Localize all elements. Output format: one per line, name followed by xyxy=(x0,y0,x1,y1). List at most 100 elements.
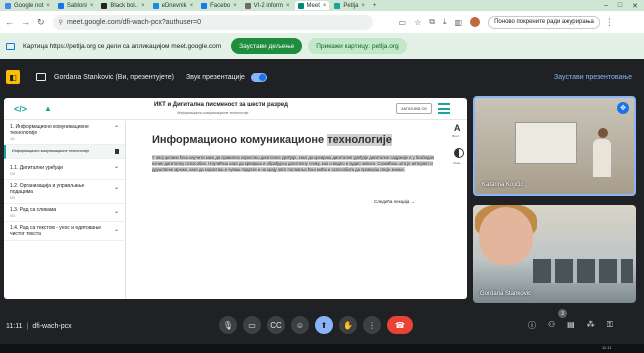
end-call-button[interactable]: ☎ xyxy=(387,316,413,334)
browser-tab[interactable]: eDnevnik × xyxy=(150,1,197,10)
browser-tab[interactable]: Black bol.. × xyxy=(98,1,147,10)
participant-count-badge: 3 xyxy=(558,309,567,318)
close-window-icon[interactable]: ✕ xyxy=(632,2,638,10)
toc-item[interactable]: 1.4. Рад са текстом - унос и едитовање ч… xyxy=(4,222,125,241)
chevron-down-icon[interactable]: ⌄ xyxy=(114,226,119,233)
tab-favicon-icon xyxy=(244,2,251,9)
chevron-down-icon[interactable]: ⌄ xyxy=(114,163,119,170)
font-size-icon[interactable]: A xyxy=(454,123,461,133)
url-field[interactable]: ⚲ meet.google.com/dfi-wach-pcx?authuser=… xyxy=(52,14,373,30)
sharing-message: Картица https://petlja.org се дели са ап… xyxy=(23,42,222,50)
download-icon[interactable]: ⤓ xyxy=(443,17,447,27)
site-info-icon[interactable]: ⚲ xyxy=(59,19,63,26)
participant-tile[interactable]: ✥ Katarina Kojičić xyxy=(473,96,636,196)
close-tab-icon[interactable]: × xyxy=(46,3,50,9)
login-button[interactable]: ЗАПОЧНИ СЕ xyxy=(396,103,433,114)
browser-tab-active[interactable]: Meet × xyxy=(294,1,330,10)
browser-tab[interactable]: Sabloni × xyxy=(55,1,97,10)
people-icon[interactable]: ⚇ xyxy=(548,320,555,331)
chevron-down-icon[interactable]: ⌄ xyxy=(114,208,119,215)
stop-presenting-button[interactable]: Заустави презентовање xyxy=(554,74,632,81)
participant-tile[interactable]: Gordana Stankovic xyxy=(473,205,636,303)
classroom-monitors xyxy=(533,259,633,283)
hamburger-menu-icon[interactable] xyxy=(438,103,450,114)
browser-tab[interactable]: Facebo × xyxy=(198,1,240,10)
browser-tab-strip: Google not × Sabloni × Black bol.. × eDnevn… xyxy=(0,0,644,11)
raise-hand-button[interactable]: ✋ xyxy=(339,316,357,334)
profile-avatar[interactable] xyxy=(470,17,481,27)
stop-sharing-button[interactable]: Заустави дељење xyxy=(231,38,303,54)
plus-icon: + xyxy=(372,2,377,9)
table-of-contents: 1. Информационо комуникационе технологиј… xyxy=(4,121,126,299)
present-screen-button[interactable]: ⬆ xyxy=(315,316,333,334)
toc-item[interactable]: 1. Информационо комуникационе технологиј… xyxy=(4,121,125,145)
sidebar-icon[interactable]: ▥ xyxy=(455,18,463,27)
browser-tab[interactable]: VI-2 inform × xyxy=(242,1,293,10)
activity-icon[interactable]: ◧ xyxy=(6,70,20,84)
chevron-up-icon[interactable]: ⌃ xyxy=(114,125,119,132)
toc-item[interactable]: 1.3. Рад са сликама 0/3 ⌄ xyxy=(4,204,125,222)
microphone-button[interactable]: 🎙 xyxy=(219,316,237,334)
lesson-title: Информационо комуникационе технологије xyxy=(152,134,392,146)
call-controls: 🎙 ▭ CC ☺ ⬆ ✋ ⋮ ☎ xyxy=(219,316,413,334)
browser-tab[interactable]: Google not × xyxy=(2,1,53,10)
new-tab-button[interactable]: + xyxy=(370,1,380,10)
close-tab-icon[interactable]: × xyxy=(141,3,145,9)
screen-share-icon xyxy=(6,42,15,50)
address-bar-row: ← → ↻ ⚲ meet.google.com/dfi-wach-pcx?aut… xyxy=(0,11,644,33)
chat-icon[interactable]: ▤ xyxy=(567,320,575,331)
toc-item-progress: 0/3 xyxy=(10,172,15,176)
os-taskbar: 11:11 xyxy=(0,344,644,353)
chevron-down-icon[interactable]: ⌄ xyxy=(114,184,119,191)
toc-item-title: 1.3. Рад са сликама xyxy=(10,207,57,213)
taskbar-clock: 11:11 xyxy=(602,345,612,350)
close-tab-icon[interactable]: × xyxy=(190,3,194,9)
course-title: ИКТ и Дигитална писменост за шести разре… xyxy=(154,102,288,108)
navigation-buttons: ← → ↻ xyxy=(0,17,45,28)
close-tab-icon[interactable]: × xyxy=(233,3,237,9)
close-tab-icon[interactable]: × xyxy=(361,3,365,9)
toc-item[interactable]: 1.1. Дигитални уређаји 0/3 ⌄ xyxy=(4,159,125,180)
browser-menu-icon[interactable]: ⋮ xyxy=(605,17,614,28)
toc-current-lesson[interactable]: Информационо комуникационе технологије xyxy=(4,145,125,159)
host-controls-icon[interactable]: ⚿ xyxy=(607,320,613,331)
presentation-audio-toggle[interactable] xyxy=(250,72,267,82)
tab-favicon-icon xyxy=(101,2,108,9)
more-options-button[interactable]: ⋮ xyxy=(363,316,381,334)
presentation-audio-label: Звук презентације xyxy=(185,73,245,81)
update-button[interactable]: Поново покрените ради ажурирања xyxy=(488,15,600,29)
tab-favicon-icon xyxy=(201,2,208,9)
extensions-icon[interactable]: ⧉ xyxy=(429,17,435,27)
participant-name: Katarina Kojičić xyxy=(482,182,524,188)
close-tab-icon[interactable]: × xyxy=(323,3,327,9)
info-icon[interactable]: ⓘ xyxy=(528,320,536,331)
show-tab-button[interactable]: Прикажи картицу: petlja.org xyxy=(308,38,407,54)
activities-icon[interactable]: ⁂ xyxy=(587,320,595,331)
minimize-icon[interactable]: – xyxy=(604,2,608,10)
camera-button[interactable]: ▭ xyxy=(243,316,261,334)
petlja-logo-icon[interactable]: </> xyxy=(14,104,27,114)
bookmark-star-icon[interactable]: ☆ xyxy=(414,18,421,27)
cast-icon[interactable]: ▭ xyxy=(399,18,407,27)
address-bar-icons: ▭ ☆ ⧉ ⤓ ▥ xyxy=(399,17,481,27)
toc-item-title: 1.4. Рад са текстом - унос и едитовање ч… xyxy=(10,225,102,237)
reload-icon[interactable]: ↻ xyxy=(37,17,45,28)
presentation-bar: ◧ Gordana Stankovic (Ви, презентујете) З… xyxy=(0,66,644,88)
browser-tab[interactable]: Petlja × xyxy=(331,1,368,10)
tab-title: Google not xyxy=(14,2,44,9)
meet-control-bar: 11:11 | dfi-wach-pcx 🎙 ▭ CC ☺ ⬆ ✋ ⋮ ☎ 3 … xyxy=(0,308,644,344)
classroom-board xyxy=(515,122,577,164)
tab-title: Facebo xyxy=(210,2,231,9)
tab-title: Black bol.. xyxy=(110,2,139,9)
emoji-reaction-button[interactable]: ☺ xyxy=(291,316,309,334)
captions-button[interactable]: CC xyxy=(267,316,285,334)
toc-item[interactable]: 1.2. Организација и управљање подацима 0… xyxy=(4,180,125,204)
forward-icon[interactable]: → xyxy=(21,17,30,28)
home-icon[interactable]: ▲ xyxy=(44,104,52,113)
maximize-icon[interactable]: □ xyxy=(618,2,622,10)
next-lesson-link[interactable]: Следећа лекција → xyxy=(374,199,415,204)
close-tab-icon[interactable]: × xyxy=(90,3,94,9)
close-tab-icon[interactable]: × xyxy=(286,3,290,9)
back-icon[interactable]: ← xyxy=(5,17,14,28)
contrast-icon[interactable] xyxy=(454,148,464,158)
